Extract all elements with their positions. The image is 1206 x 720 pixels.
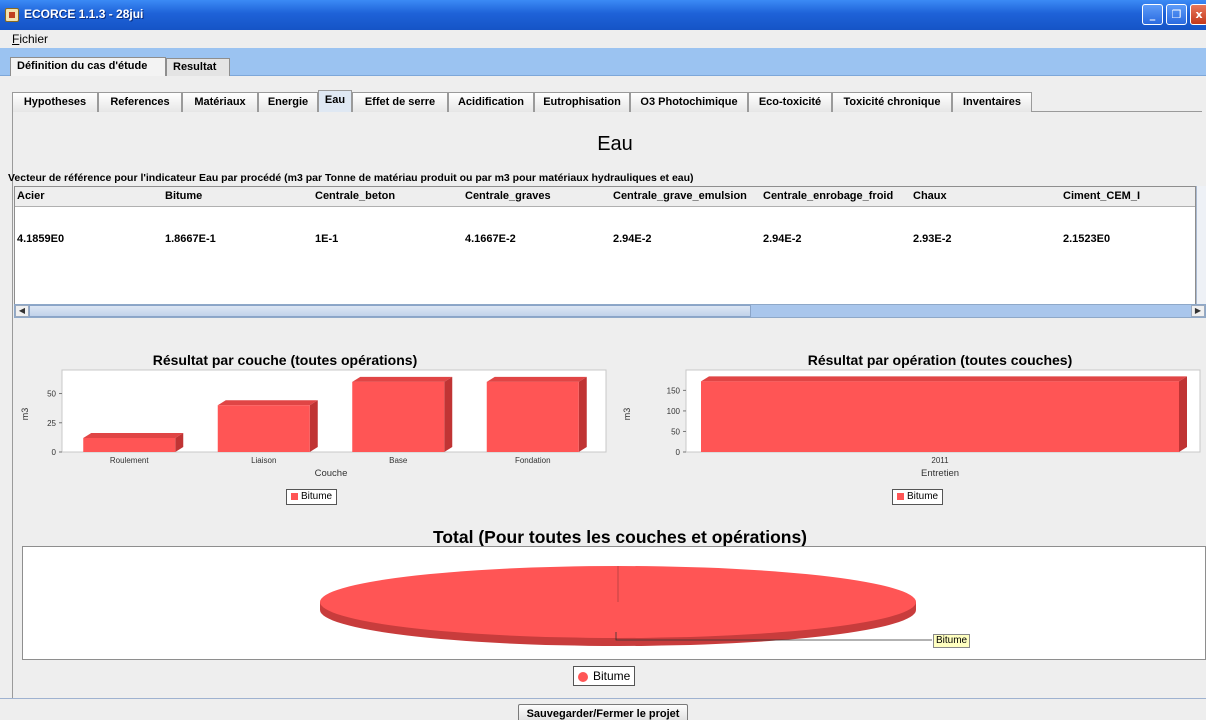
y-tick-label: 25	[47, 419, 56, 428]
tab-toxicite-chronique[interactable]: Toxicité chronique	[832, 92, 952, 112]
minimize-button[interactable]: _	[1142, 4, 1163, 25]
pie-slice-label: Bitume	[933, 634, 971, 648]
tab-o3-photochimique[interactable]: O3 Photochimique	[630, 92, 748, 112]
column-header[interactable]: Centrale_graves	[465, 190, 551, 202]
tab-hypotheses[interactable]: Hypotheses	[12, 92, 98, 112]
x-tick-label: Base	[389, 456, 408, 465]
table-cell[interactable]: 2.94E-2	[613, 233, 652, 245]
page-title: Eau	[597, 133, 633, 155]
tab-references[interactable]: References	[98, 92, 182, 112]
tab-definition-cas-etude[interactable]: Définition du cas d'étude	[10, 57, 166, 76]
scrollbar-thumb[interactable]	[29, 305, 751, 317]
chart-total	[320, 566, 932, 646]
y-axis-label: m3	[622, 408, 632, 421]
legend-swatch-icon	[897, 492, 904, 500]
chart-total-title: Total (Pour toutes les couches et opérat…	[432, 527, 808, 547]
chart-total-legend: Bitume	[573, 666, 636, 686]
y-tick-label: 50	[671, 427, 680, 436]
java-cup-icon	[5, 8, 19, 22]
window-title: ECORCE 1.1.3 - 28jui	[24, 7, 144, 21]
column-header[interactable]: Chaux	[913, 190, 947, 202]
menu-fichier-label: ichier	[19, 32, 49, 46]
bar	[486, 381, 579, 452]
bar-side	[444, 376, 453, 452]
bar-top	[701, 376, 1187, 382]
save-close-project-button[interactable]: Sauvegarder/Fermer le projet	[518, 704, 688, 720]
tab-acidification[interactable]: Acidification	[448, 92, 534, 112]
y-tick-label: 50	[47, 390, 56, 399]
bar-top	[486, 376, 587, 382]
bar-side	[1179, 376, 1187, 452]
chart-par-couche: 0 25 50 m3 Roulement Liaison Base Fondation Couc…	[20, 369, 607, 479]
tab-eau[interactable]: Eau	[318, 90, 352, 112]
y-tick-label: 0	[676, 448, 681, 457]
table-header: Acier Bitume Centrale_beton Centrale_gra…	[15, 187, 1195, 207]
menu-fichier[interactable]: Fichier	[12, 32, 48, 46]
tab-energie[interactable]: Energie	[258, 92, 318, 112]
bar	[83, 437, 176, 452]
x-tick-label: Roulement	[110, 456, 149, 465]
chart-couche-legend: Bitume	[286, 489, 338, 505]
bar	[217, 405, 310, 452]
tab-materiaux[interactable]: Matériaux	[182, 92, 258, 112]
tab-eco-toxicite[interactable]: Eco-toxicité	[748, 92, 832, 112]
reference-caption: Vecteur de référence pour l'indicateur E…	[8, 172, 694, 184]
indicator-tab-strip: Hypotheses References Matériaux Energie …	[12, 90, 1202, 112]
table-cell[interactable]: 1E-1	[315, 233, 338, 245]
x-axis-label: Couche	[315, 468, 348, 479]
chart-operation-legend: Bitume	[892, 489, 944, 505]
legend-label: Bitume	[301, 491, 333, 502]
menu-bar: Fichier	[0, 30, 1206, 48]
y-tick-label: 0	[52, 448, 57, 457]
bar	[352, 381, 445, 452]
x-tick-label: 2011	[931, 456, 949, 465]
close-button[interactable]: x	[1190, 4, 1206, 25]
y-tick-label: 100	[667, 407, 681, 416]
column-header[interactable]: Centrale_grave_emulsion	[613, 190, 747, 202]
legend-swatch-icon	[291, 492, 298, 500]
scroll-right-icon[interactable]: ▶	[1191, 305, 1205, 317]
table-vertical-scrollbar[interactable]	[1196, 186, 1206, 306]
chart-operation-title: Résultat par opération (toutes couches)	[807, 352, 1073, 368]
maximize-button[interactable]: ❐	[1166, 4, 1187, 25]
chart-par-operation: 0 50 100 150 m3 2011 Entretien	[622, 369, 1201, 479]
bar-top	[217, 400, 318, 406]
y-axis-label: m3	[20, 408, 30, 421]
x-tick-label: Liaison	[251, 456, 276, 465]
y-tick-label: 150	[667, 386, 681, 395]
table-cell[interactable]: 4.1859E0	[17, 233, 64, 245]
bar-top	[352, 376, 453, 382]
tab-inventaires[interactable]: Inventaires	[952, 92, 1032, 112]
column-header[interactable]: Bitume	[165, 190, 202, 202]
legend-label: Bitume	[907, 491, 939, 502]
table-cell[interactable]: 2.1523E0	[1063, 233, 1110, 245]
chart-couche-title: Résultat par couche (toutes opérations)	[152, 352, 418, 368]
x-tick-label: Fondation	[515, 456, 551, 465]
bar-top	[83, 432, 184, 438]
title-bar: ECORCE 1.1.3 - 28jui ❐ x _	[0, 0, 1206, 30]
scrollbar-track[interactable]	[751, 305, 1191, 317]
table-cell[interactable]: 2.94E-2	[763, 233, 802, 245]
bar-side	[309, 400, 318, 452]
table-cell[interactable]: 1.8667E-1	[165, 233, 216, 245]
scroll-left-icon[interactable]: ◀	[15, 305, 29, 317]
tab-effet-de-serre[interactable]: Effet de serre	[352, 92, 448, 112]
column-header[interactable]: Acier	[17, 190, 45, 202]
bar-side	[578, 376, 587, 452]
table-horizontal-scrollbar[interactable]: ◀ ▶	[14, 304, 1206, 318]
table-cell[interactable]: 2.93E-2	[913, 233, 952, 245]
column-header[interactable]: Ciment_CEM_I	[1063, 190, 1140, 202]
bar	[701, 381, 1179, 452]
legend-dot-icon	[578, 671, 588, 682]
tab-resultat[interactable]: Resultat	[166, 58, 230, 76]
reference-table[interactable]: Acier Bitume Centrale_beton Centrale_gra…	[14, 186, 1196, 306]
tab-eutrophisation[interactable]: Eutrophisation	[534, 92, 630, 112]
column-header[interactable]: Centrale_beton	[315, 190, 395, 202]
legend-label: Bitume	[593, 669, 631, 683]
main-tab-strip: Définition du cas d'étude Resultat	[0, 48, 1206, 76]
column-header[interactable]: Centrale_enrobage_froid	[763, 190, 893, 202]
table-cell[interactable]: 4.1667E-2	[465, 233, 516, 245]
x-axis-label: Entretien	[921, 468, 959, 479]
